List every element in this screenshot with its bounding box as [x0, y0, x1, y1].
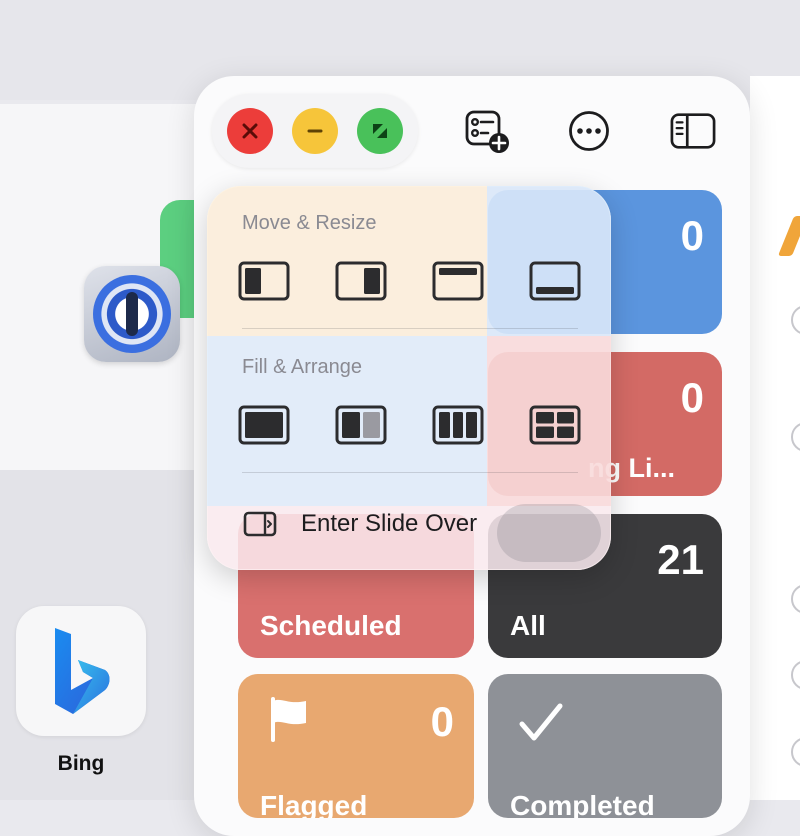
- sidebar-icon: [670, 113, 716, 149]
- list-label: Completed: [510, 790, 655, 818]
- fill-icon: [238, 405, 290, 445]
- list-count: 0: [680, 212, 704, 259]
- add-list-button[interactable]: [464, 108, 510, 154]
- minimize-icon: [307, 129, 323, 133]
- top-half-icon: [432, 261, 484, 301]
- slide-over-label: Enter Slide Over: [301, 510, 478, 537]
- right-half-icon: [335, 261, 387, 301]
- arrange-quarters-button[interactable]: [529, 405, 581, 445]
- minimize-window-button[interactable]: [292, 108, 338, 154]
- zoom-icon: [373, 124, 387, 138]
- more-options-button[interactable]: [566, 108, 612, 154]
- grid-four-icon: [529, 405, 581, 445]
- checkmark-icon: [519, 703, 563, 741]
- flag-icon: [271, 697, 306, 742]
- smart-list-flagged[interactable]: 0 Flagged: [238, 674, 474, 818]
- ellipsis-circle-icon: [569, 111, 609, 151]
- list-add-icon: [465, 110, 509, 153]
- tile-top-button[interactable]: [432, 261, 484, 301]
- bottom-half-icon: [529, 261, 581, 301]
- enter-slide-over-item[interactable]: Enter Slide Over: [243, 504, 477, 544]
- menu-backdrop: [497, 504, 601, 562]
- window-layout-button[interactable]: [357, 108, 403, 154]
- keyhole-icon: [126, 292, 138, 336]
- bing-logo-icon: [55, 628, 110, 714]
- smart-list-completed[interactable]: Completed: [488, 674, 722, 818]
- window-controls: [212, 94, 418, 168]
- split-three-icon: [432, 405, 484, 445]
- slide-over-icon: [243, 511, 277, 537]
- move-resize-title: Move & Resize: [242, 212, 377, 234]
- list-count: 0: [430, 698, 454, 745]
- window-layout-menu: Move & Resize Fill & Arrange Enter Slide…: [207, 186, 611, 570]
- arrange-thirds-button[interactable]: [432, 405, 484, 445]
- fill-screen-button[interactable]: [238, 405, 290, 445]
- toggle-sidebar-button[interactable]: [670, 108, 716, 154]
- split-two-icon: [335, 405, 387, 445]
- bing-app-label: Bing: [57, 752, 105, 775]
- password-app-icon[interactable]: [84, 266, 180, 362]
- list-count: 21: [657, 536, 704, 583]
- tile-left-button[interactable]: [238, 261, 290, 301]
- bing-app-icon[interactable]: [16, 606, 146, 736]
- close-icon: [242, 123, 258, 139]
- left-half-icon: [238, 261, 290, 301]
- fill-arrange-title: Fill & Arrange: [242, 356, 363, 378]
- arrange-split-button[interactable]: [335, 405, 387, 445]
- tile-right-button[interactable]: [335, 261, 387, 301]
- close-window-button[interactable]: [227, 108, 273, 154]
- list-label: Flagged: [260, 790, 368, 818]
- list-label: Scheduled: [260, 610, 402, 641]
- tile-bottom-button[interactable]: [529, 261, 581, 301]
- menu-divider: [242, 472, 578, 473]
- list-label: All: [510, 610, 546, 641]
- menu-divider: [242, 328, 578, 329]
- list-count: 0: [680, 374, 704, 421]
